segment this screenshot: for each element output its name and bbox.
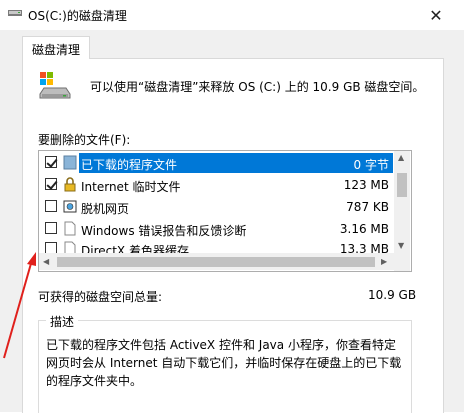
selected-highlight: 已下载的程序文件 0 字节 <box>79 153 393 173</box>
tab-label: 磁盘清理 <box>32 43 81 57</box>
title-bar: OS(C:)的磁盘清理 ✕ <box>0 0 464 30</box>
file-icon <box>64 221 76 236</box>
list-item[interactable]: Windows 错误报告和反馈诊断 3.16 MB <box>39 219 411 239</box>
vertical-scrollbar[interactable] <box>394 151 410 271</box>
total-space-value: 10.9 GB <box>368 288 417 302</box>
file-name: 已下载的程序文件 <box>81 158 178 172</box>
file-size: 123 MB <box>343 178 389 192</box>
checkbox[interactable] <box>45 222 57 234</box>
close-button[interactable]: ✕ <box>418 0 454 30</box>
list-item[interactable]: 脱机网页 787 KB <box>39 197 411 217</box>
description-title: 描述 <box>46 313 79 330</box>
files-list[interactable]: 已下载的程序文件 0 字节 Internet 临时文件 123 MB 脱机网页 … <box>38 150 412 272</box>
checkbox[interactable] <box>45 156 57 168</box>
checkbox[interactable] <box>45 200 57 212</box>
file-name: 脱机网页 <box>81 202 130 216</box>
list-item[interactable]: Internet 临时文件 123 MB <box>39 175 411 195</box>
file-size: 0 字节 <box>353 158 389 172</box>
annotation-arrow-icon <box>3 252 36 359</box>
scroll-down-icon[interactable]: ▼ <box>398 241 404 250</box>
file-size: 787 KB <box>346 200 389 214</box>
list-item[interactable]: 已下载的程序文件 0 字节 <box>39 153 411 173</box>
folder-icon <box>63 155 77 170</box>
tab-disk-cleanup[interactable]: 磁盘清理 <box>22 36 90 59</box>
vertical-scroll-thumb[interactable] <box>397 173 407 197</box>
file-name: Internet 临时文件 <box>81 180 181 194</box>
files-to-delete-label: 要删除的文件(F): <box>38 133 131 147</box>
file-size: 3.16 MB <box>339 222 389 236</box>
intro-text: 可以使用“磁盘清理”来释放 OS (C:) 上的 10.9 GB 磁盘空间。 <box>90 80 425 94</box>
window-title: OS(C:)的磁盘清理 <box>28 9 127 23</box>
checkbox[interactable] <box>45 178 57 190</box>
drive-icon <box>39 72 71 99</box>
description-text: 已下载的程序文件包括 ActiveX 控件和 Java 小程序，你查看特定网页时… <box>46 338 402 388</box>
scroll-left-icon[interactable]: ◀ <box>43 257 49 266</box>
file-name: Windows 错误报告和反馈诊断 <box>81 224 247 238</box>
lock-icon <box>64 177 76 192</box>
disk-cleanup-app-icon <box>8 10 22 16</box>
scroll-up-icon[interactable]: ▲ <box>398 153 404 162</box>
total-space-label: 可获得的磁盘空间总量: <box>38 290 163 304</box>
close-icon: ✕ <box>429 5 443 25</box>
offline-page-icon <box>63 200 77 213</box>
horizontal-scroll-thumb[interactable] <box>57 257 375 267</box>
scroll-right-icon[interactable]: ▶ <box>381 257 387 266</box>
